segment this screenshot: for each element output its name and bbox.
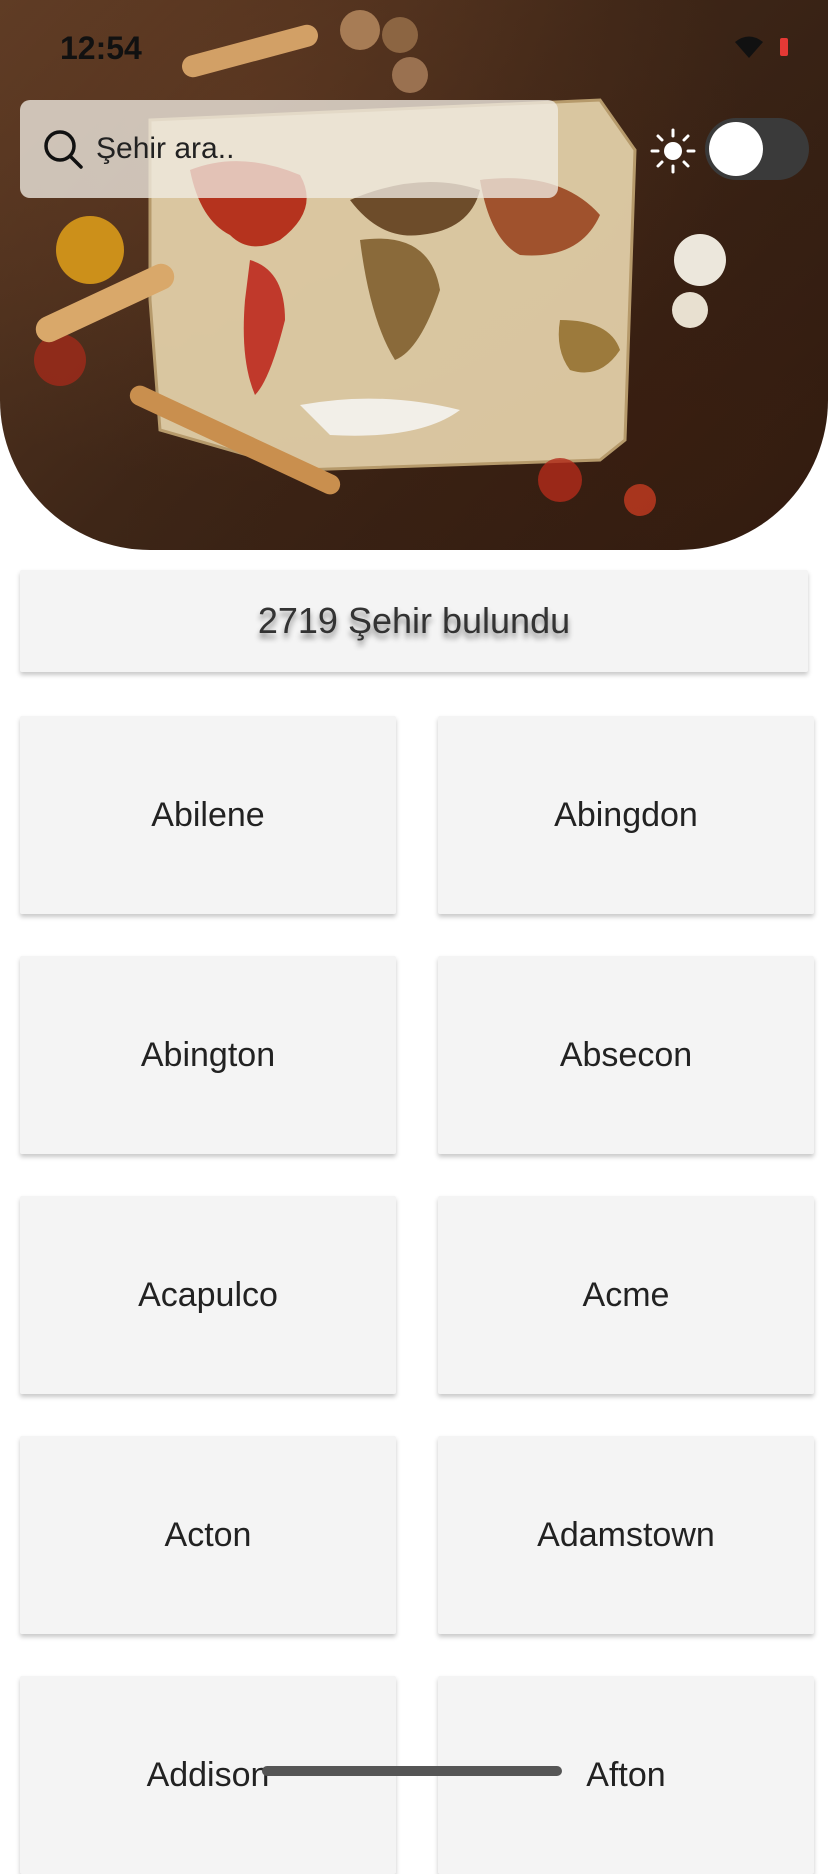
city-name: Addison	[146, 1755, 270, 1794]
city-card[interactable]: Absecon	[438, 956, 814, 1154]
city-card[interactable]: Abilene	[20, 716, 396, 914]
toggle-knob	[709, 122, 763, 176]
home-indicator[interactable]	[262, 1766, 562, 1776]
city-card[interactable]: Abington	[20, 956, 396, 1154]
search-input[interactable]	[94, 131, 538, 167]
city-name: Afton	[586, 1755, 666, 1794]
search-bar[interactable]	[20, 100, 558, 198]
city-card[interactable]: Abingdon	[438, 716, 814, 914]
wifi-icon	[735, 36, 763, 58]
city-grid: Abilene Abingdon Abington Absecon Acapul…	[20, 716, 814, 1874]
city-name: Acapulco	[138, 1275, 278, 1314]
spice-world-map-illustration	[34, 10, 726, 516]
city-card[interactable]: Acme	[438, 1196, 814, 1394]
city-card[interactable]: Acapulco	[20, 1196, 396, 1394]
result-count-text: 2719 Şehir bulundu	[257, 600, 571, 641]
result-count-banner: 2719 Şehir bulundu	[20, 570, 808, 672]
city-card[interactable]: Acton	[20, 1436, 396, 1634]
status-icons	[732, 34, 788, 60]
status-time: 12:54	[60, 30, 142, 66]
city-name: Acme	[582, 1275, 670, 1314]
city-name: Abingdon	[554, 795, 698, 834]
battery-icon	[780, 38, 788, 56]
city-name: Acton	[164, 1515, 252, 1554]
city-name: Adamstown	[537, 1515, 715, 1554]
header-image	[0, 0, 828, 550]
city-name: Abilene	[151, 795, 265, 834]
sun-icon	[650, 128, 696, 174]
city-card[interactable]: Adamstown	[438, 1436, 814, 1634]
search-icon	[44, 130, 83, 169]
city-name: Abington	[140, 1035, 276, 1074]
city-name: Absecon	[559, 1035, 693, 1074]
theme-toggle[interactable]	[705, 118, 809, 180]
